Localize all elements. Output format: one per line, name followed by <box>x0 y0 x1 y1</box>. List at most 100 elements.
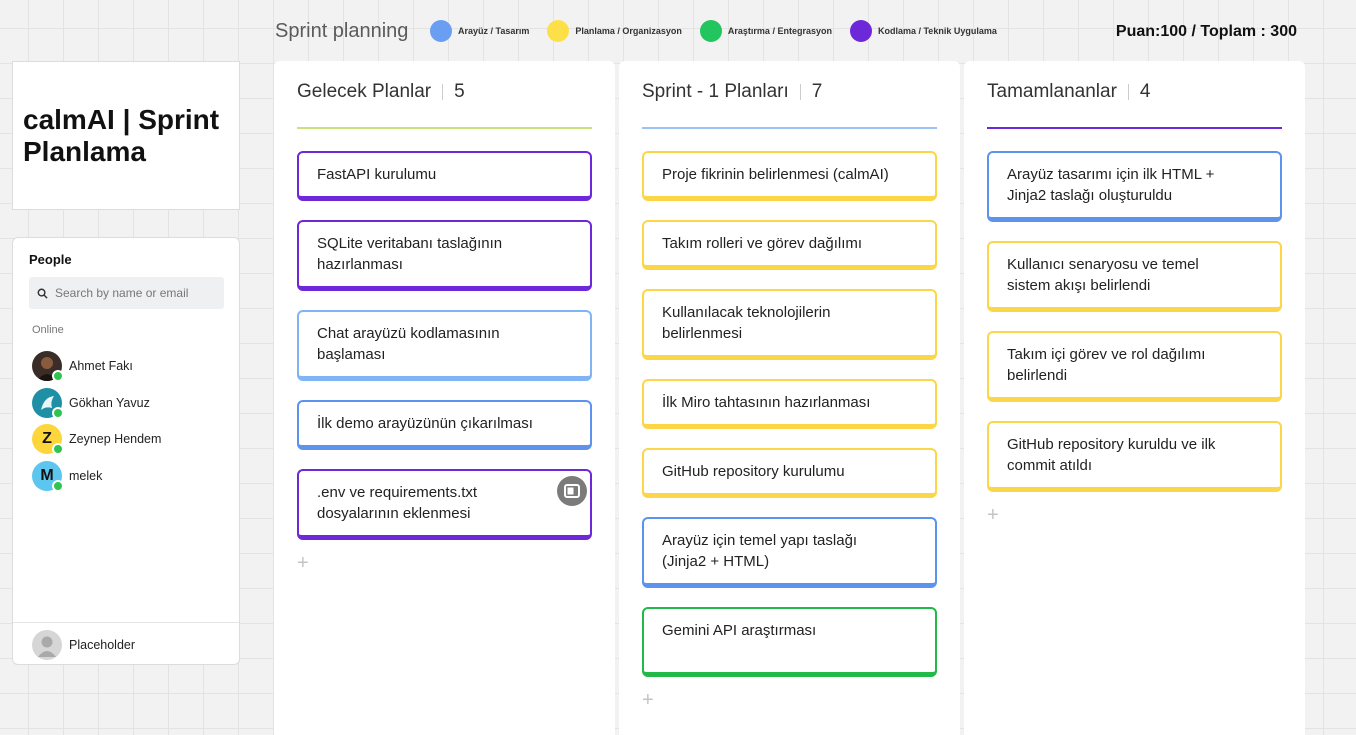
card-text: Arayüz tasarımı için ilk HTML + Jinja2 t… <box>1007 166 1215 204</box>
card[interactable]: Kullanıcı senaryosu ve temel sistem akış… <box>987 241 1282 312</box>
card[interactable]: Kullanılacak teknolojilerin belirlenmesi <box>642 289 937 360</box>
legend-label: Planlama / Organizasyon <box>575 26 682 36</box>
people-search-box[interactable] <box>29 277 224 309</box>
card[interactable]: GitHub repository kurulumu <box>642 448 937 498</box>
board-header-title: Sprint planning <box>275 20 409 42</box>
card-text: FastAPI kurulumu <box>317 166 437 183</box>
people-panel: People Online Ahmet Fakı <box>12 237 240 665</box>
card[interactable]: İlk demo arayüzünün çıkarılması <box>297 400 592 450</box>
card[interactable]: Gemini API araştırması <box>642 607 937 677</box>
legend-label: Kodlama / Teknik Uygulama <box>877 26 997 36</box>
card[interactable]: FastAPI kurulumu <box>297 151 592 201</box>
card[interactable]: Proje fikrinin belirlenmesi (calmAI) <box>642 151 937 201</box>
column-separator <box>799 84 801 100</box>
legend-dot-blue <box>430 20 452 42</box>
column-header: Sprint - 1 Planları 7 <box>642 81 822 103</box>
card[interactable]: İlk Miro tahtasının hazırlanması <box>642 379 937 429</box>
person-name: Placeholder <box>69 637 136 652</box>
card-text: GitHub repository kurulumu <box>662 463 845 480</box>
card-text: Gemini API araştırması <box>662 622 817 639</box>
board-title-card[interactable]: calmAI | Sprint Planlama <box>12 61 240 210</box>
legend-item-research: Araştırma / Entegrasyon <box>699 20 832 42</box>
column-gelecek-planlar: Gelecek Planlar 5 FastAPI kurulumu SQLit… <box>274 61 615 735</box>
online-label: Online <box>32 324 64 336</box>
avatar: Z <box>32 424 64 455</box>
avatar-initial: Z <box>42 430 52 447</box>
people-footer[interactable]: Placeholder <box>13 622 239 666</box>
person-name: melek <box>69 468 103 483</box>
online-indicator <box>52 370 64 382</box>
people-heading: People <box>29 252 72 267</box>
column-separator <box>1127 84 1129 100</box>
legend-item-planning: Planlama / Organizasyon <box>547 20 682 42</box>
column-rule <box>987 127 1282 129</box>
people-search-input[interactable] <box>55 286 215 300</box>
card-list: Proje fikrinin belirlenmesi (calmAI) Tak… <box>642 151 937 710</box>
card[interactable]: Takım içi görev ve rol dağılımı belirlen… <box>987 331 1282 402</box>
column-tamamlananlar: Tamamlananlar 4 Arayüz tasarımı için ilk… <box>964 61 1305 735</box>
online-indicator <box>52 443 64 455</box>
add-card-button[interactable]: + <box>642 690 662 710</box>
legend-dot-yellow <box>547 20 570 42</box>
card[interactable]: Takım rolleri ve görev dağılımı <box>642 220 937 270</box>
column-title: Gelecek Planlar <box>297 81 432 102</box>
card-text: Arayüz için temel yapı taslağı (Jinja2 +… <box>662 532 858 570</box>
person-item[interactable]: M melek <box>32 458 232 494</box>
legend-item-coding: Kodlama / Teknik Uygulama <box>849 20 997 42</box>
online-indicator <box>52 479 64 492</box>
open-panel-icon[interactable] <box>557 476 587 506</box>
card-text: .env ve requirements.txt dosyalarının ek… <box>317 484 478 522</box>
add-card-button[interactable]: + <box>297 553 317 573</box>
search-icon <box>29 288 55 299</box>
legend-item-design: Arayüz / Tasarım <box>430 20 529 42</box>
column-header: Tamamlananlar 4 <box>987 81 1150 103</box>
column-header: Gelecek Planlar 5 <box>297 81 465 103</box>
person-name: Gökhan Yavuz <box>69 395 150 410</box>
column-rule <box>297 127 592 129</box>
column-rule <box>642 127 937 129</box>
card-text: Takım içi görev ve rol dağılımı belirlen… <box>1007 346 1206 384</box>
card[interactable]: GitHub repository kuruldu ve ilk commit … <box>987 421 1282 492</box>
person-item[interactable]: Gökhan Yavuz <box>32 385 232 421</box>
card-text: Kullanılacak teknolojilerin belirlenmesi <box>662 304 831 342</box>
board-title: calmAI | Sprint Planlama <box>23 103 220 167</box>
card-text: Kullanıcı senaryosu ve temel sistem akış… <box>1007 256 1199 294</box>
legend-label: Arayüz / Tasarım <box>458 26 530 36</box>
person-name: Ahmet Fakı <box>69 359 133 373</box>
card-text: İlk Miro tahtasının hazırlanması <box>662 394 871 411</box>
card[interactable]: Chat arayüzü kodlamasının başlaması <box>297 310 592 381</box>
column-count: 4 <box>1139 81 1151 102</box>
column-count: 5 <box>454 81 465 102</box>
people-list: Ahmet Fakı Gökhan Yavuz Z Zeynep Hendem … <box>32 348 232 494</box>
avatar-initial: M <box>40 466 54 484</box>
placeholder-avatar <box>32 629 62 660</box>
avatar: M <box>32 460 64 492</box>
column-title: Sprint - 1 Planları <box>642 81 789 102</box>
online-indicator <box>52 406 64 419</box>
card-list: FastAPI kurulumu SQLite veritabanı tasla… <box>297 151 592 573</box>
card-list: Arayüz tasarımı için ilk HTML + Jinja2 t… <box>987 151 1282 525</box>
card-text: SQLite veritabanı taslağının hazırlanmas… <box>317 235 503 273</box>
card[interactable]: SQLite veritabanı taslağının hazırlanmas… <box>297 220 592 291</box>
card-text: Proje fikrinin belirlenmesi (calmAI) <box>662 166 889 183</box>
card-text: GitHub repository kuruldu ve ilk commit … <box>1007 436 1216 474</box>
legend-dot-purple <box>849 20 872 42</box>
card[interactable]: .env ve requirements.txt dosyalarının ek… <box>297 469 592 540</box>
legend-label: Araştırma / Entegrasyon <box>727 26 832 36</box>
column-title: Tamamlananlar <box>987 81 1117 102</box>
add-card-button[interactable]: + <box>987 505 1007 525</box>
column-count: 7 <box>811 81 823 102</box>
card-text: Takım rolleri ve görev dağılımı <box>662 235 863 252</box>
avatar <box>32 387 64 419</box>
card-text: İlk demo arayüzünün çıkarılması <box>317 415 533 432</box>
avatar <box>32 351 64 382</box>
card-text: Chat arayüzü kodlamasının başlaması <box>317 325 500 363</box>
card[interactable]: Arayüz tasarımı için ilk HTML + Jinja2 t… <box>987 151 1282 222</box>
card[interactable]: Arayüz için temel yapı taslağı (Jinja2 +… <box>642 517 937 588</box>
score-label: Puan:100 / Toplam : 300 <box>1115 23 1297 40</box>
person-item[interactable]: Ahmet Fakı <box>32 348 232 384</box>
person-item[interactable]: Z Zeynep Hendem <box>32 421 232 457</box>
color-legend: Arayüz / Tasarım Planlama / Organizasyon… <box>430 20 997 42</box>
legend-dot-green <box>699 20 722 42</box>
person-name: Zeynep Hendem <box>69 432 162 446</box>
